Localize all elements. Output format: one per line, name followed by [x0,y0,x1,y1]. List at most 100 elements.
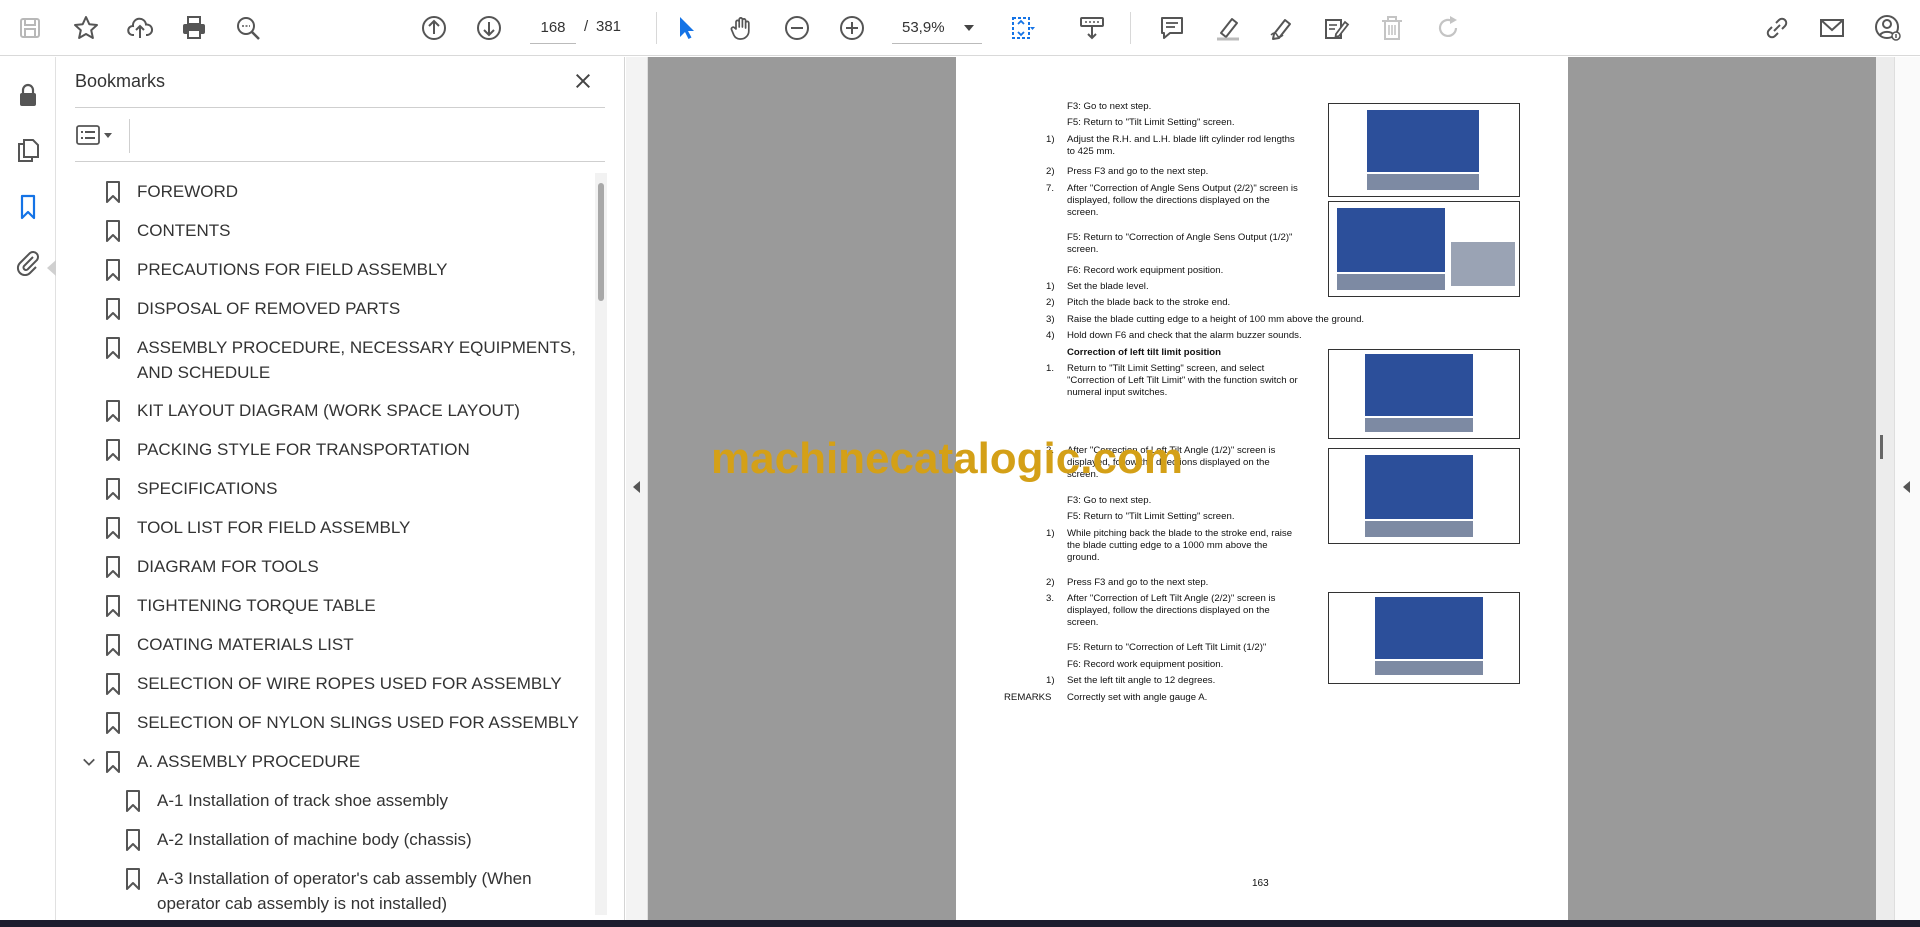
bookmark-label: KIT LAYOUT DIAGRAM (WORK SPACE LAYOUT) [137,401,520,420]
bookmark-item[interactable]: ASSEMBLY PROCEDURE, NECESSARY EQUIPMENTS… [75,335,595,385]
remarks-label: REMARKS [1004,692,1052,703]
bookmark-item[interactable]: FOREWORD [75,179,595,204]
collapse-panel-button[interactable] [626,57,648,923]
lock-icon[interactable] [8,75,48,115]
bookmark-item[interactable]: SELECTION OF NYLON SLINGS USED FOR ASSEM… [75,710,595,735]
bookmark-label: CONTENTS [137,221,231,240]
bookmark-label: ASSEMBLY PROCEDURE, NECESSARY EQUIPMENTS… [137,338,576,382]
bookmark-item[interactable]: DIAGRAM FOR TOOLS [75,554,595,579]
step-number: 3) [1046,314,1055,325]
close-icon[interactable] [569,67,597,95]
arrow-down-circle-icon[interactable] [469,8,509,48]
page-text: F5: Return to "Correction of Left Tilt L… [1067,642,1267,653]
page-text: Return to "Tilt Limit Setting" screen, a… [1067,363,1298,398]
redo-icon[interactable] [1428,8,1468,48]
trash-icon[interactable] [1372,8,1412,48]
bookmark-icon [123,827,143,852]
draw-pen-icon[interactable] [1262,8,1302,48]
bookmark-item[interactable]: SPECIFICATIONS [75,476,595,501]
section-heading: Correction of left tilt limit position [1067,347,1222,358]
bookmark-icon [103,632,123,657]
cursor-arrow-icon[interactable] [666,8,706,48]
plus-circle-icon[interactable] [832,8,872,48]
bookmark-icon [103,710,123,735]
scrollbar-thumb[interactable] [1880,435,1883,459]
fit-page-icon[interactable] [1002,8,1042,48]
share-link-icon[interactable] [1757,8,1797,48]
bookmark-item[interactable]: TOOL LIST FOR FIELD ASSEMBLY [75,515,595,540]
page-text: F5: Return to "Tilt Limit Setting" scree… [1067,511,1235,522]
page-number-input[interactable] [530,12,576,44]
bookmark-item[interactable]: CONTENTS [75,218,595,243]
step-number: 7. [1046,183,1055,194]
bookmarks-panel: Bookmarks FOREWORD CONTENTS PRECAUTIONS … [57,57,625,923]
upload-cloud-icon[interactable] [120,8,160,48]
bookmark-label: COATING MATERIALS LIST [137,635,354,654]
step-number: 1) [1046,134,1055,145]
panel-divider [75,161,605,162]
bookmark-icon [103,593,123,618]
bookmarks-panel-icon[interactable] [8,187,48,227]
page-text: Set the left tilt angle to 12 degrees. [1067,675,1216,686]
right-panel-toggle[interactable] [1894,57,1920,923]
chevron-left-icon [1903,481,1910,493]
scrollbar-thumb[interactable] [598,183,604,301]
bookmark-icon [103,476,123,501]
page-text: Raise the blade cutting edge to a height… [1067,314,1365,325]
bookmark-label: TOOL LIST FOR FIELD ASSEMBLY [137,518,411,537]
bookmark-icon [103,179,123,204]
arrow-up-circle-icon[interactable] [414,8,454,48]
bookmark-icon [103,257,123,282]
figure-screen [1328,592,1520,684]
bookmark-item[interactable]: DISPOSAL OF REMOVED PARTS [75,296,595,321]
comment-icon[interactable] [1152,8,1192,48]
bookmark-item[interactable]: A. ASSEMBLY PROCEDURE [75,749,595,774]
document-scrollbar[interactable] [1876,57,1894,923]
bookmark-item[interactable]: PRECAUTIONS FOR FIELD ASSEMBLY [75,257,595,282]
user-account-icon[interactable] [1868,8,1908,48]
step-number: 2) [1046,166,1055,177]
bookmark-options-button[interactable] [75,119,123,151]
chevron-down-icon[interactable] [75,749,103,774]
minus-circle-icon[interactable] [777,8,817,48]
active-panel-indicator [47,260,56,276]
bookmark-item[interactable]: SELECTION OF WIRE ROPES USED FOR ASSEMBL… [75,671,595,696]
page-text: F3: Go to next step. [1067,495,1152,506]
bookmark-icon [103,671,123,696]
bookmark-item[interactable]: A-1 Installation of track shoe assembly [95,788,577,813]
star-icon[interactable] [66,8,106,48]
bookmark-list: FOREWORD CONTENTS PRECAUTIONS FOR FIELD … [75,169,595,915]
hand-icon[interactable] [722,8,762,48]
bookmark-item[interactable]: KIT LAYOUT DIAGRAM (WORK SPACE LAYOUT) [75,398,595,423]
save-icon[interactable] [10,8,50,48]
figure-screen [1328,103,1520,197]
highlighter-icon[interactable] [1208,8,1248,48]
bookmark-label: SPECIFICATIONS [137,479,278,498]
attachment-icon[interactable] [8,242,48,282]
page-total: 381 [596,18,622,35]
bookmark-item[interactable]: A-2 Installation of machine body (chassi… [95,827,577,852]
zoom-select[interactable]: 53,9% [892,12,982,44]
page-text: Adjust the R.H. and L.H. blade lift cyli… [1067,134,1295,157]
bookmark-label: A-2 Installation of machine body (chassi… [157,830,472,849]
page-text: F6: Record work equipment position. [1067,265,1224,276]
step-number: 2) [1046,577,1055,588]
bookmark-label: A-1 Installation of track shoe assembly [157,791,449,810]
search-zoom-icon[interactable] [228,8,268,48]
main-toolbar: / 381 53,9% [0,0,1920,56]
bookmark-item[interactable]: PACKING STYLE FOR TRANSPORTATION [75,437,595,462]
bookmark-item[interactable]: TIGHTENING TORQUE TABLE [75,593,595,618]
bookmark-item[interactable]: A-3 Installation of operator's cab assem… [95,866,577,915]
edit-text-icon[interactable] [1316,8,1356,48]
print-icon[interactable] [174,8,214,48]
step-number: 1) [1046,675,1055,686]
bookmark-item[interactable]: COATING MATERIALS LIST [75,632,595,657]
toolbar-divider [1130,12,1131,44]
mail-icon[interactable] [1812,8,1852,48]
page-text: Press F3 and go to the next step. [1067,577,1209,588]
page-thumbnails-icon[interactable] [8,130,48,170]
bookmark-scrollbar[interactable] [595,173,607,915]
bookmark-icon [103,335,123,360]
bookmark-icon [123,788,143,813]
scroll-mode-icon[interactable] [1072,8,1112,48]
